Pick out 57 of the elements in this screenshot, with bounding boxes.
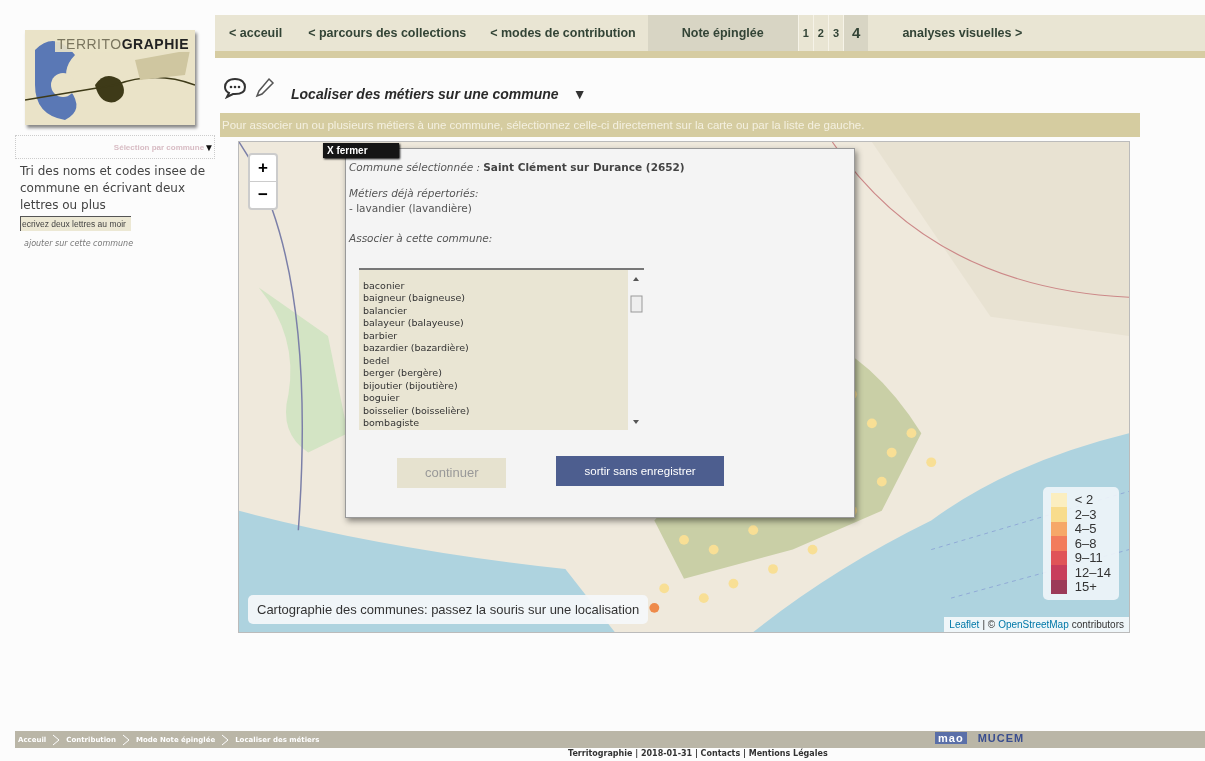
partner-logo[interactable]: mao xyxy=(935,732,967,744)
zoom-in-button[interactable]: + xyxy=(250,154,276,182)
nav-link[interactable]: < parcours des collections xyxy=(296,15,479,51)
exit-button[interactable]: sortir sans enregistrer xyxy=(556,455,724,486)
footer-text: Territographie | 2018-01-31 | Contacts | Mentions Légales xyxy=(568,749,828,759)
chevron-icon xyxy=(52,733,61,746)
page-link[interactable]: 4 xyxy=(843,15,869,51)
help-text: Tri des noms et codes insee de commune en écrivant deux lettres ou plus xyxy=(20,163,207,214)
nav-link[interactable]: Note épinglée xyxy=(647,15,798,51)
search-field[interactable]: ecrivez deux lettres au moir xyxy=(20,216,131,231)
attribution-text: | © xyxy=(982,619,996,630)
list-option[interactable]: boisselier (boisselière) xyxy=(363,404,628,418)
page-title: Localiser des métiers sur une commune xyxy=(291,86,559,103)
commune-selector[interactable]: Sélection par commune▼ xyxy=(15,135,215,159)
nav-link[interactable]: < acceuil xyxy=(215,15,297,51)
caret-icon[interactable]: ▼ xyxy=(572,86,587,103)
list-option[interactable]: balancier xyxy=(363,304,628,318)
legend-label: 12–14 xyxy=(1074,564,1111,580)
nav-link[interactable]: analyses visuelles > xyxy=(868,15,1057,51)
comment-icon[interactable] xyxy=(223,77,247,100)
legend-label: 9–11 xyxy=(1074,550,1103,566)
logo-title: TERRITOGRAPHIE xyxy=(55,36,191,52)
map-caption: Cartographie des communes: passez la souris sur une localisation xyxy=(248,595,649,624)
list-option[interactable]: bijoutier (bijoutière) xyxy=(363,379,628,393)
legend-label: < 2 xyxy=(1074,492,1094,508)
page-link[interactable]: 1 xyxy=(797,15,813,51)
partner-logo[interactable]: MUCEM xyxy=(974,732,1028,744)
legend-label: 15+ xyxy=(1074,579,1097,595)
chevron-icon xyxy=(221,733,230,746)
page-link[interactable]: 2 xyxy=(812,15,828,51)
nav-link[interactable]: < modes de contribution xyxy=(478,15,648,51)
add-link[interactable]: ajouter sur cette commune xyxy=(24,239,215,248)
zoom-out-button[interactable]: − xyxy=(250,181,276,208)
list-option[interactable]: baigneur (baigneuse) xyxy=(363,292,628,305)
list-option[interactable]: bombagiste xyxy=(363,417,628,430)
list-option[interactable]: boguier xyxy=(363,392,628,405)
list-option[interactable]: baconier xyxy=(363,279,628,293)
list-option[interactable]: berger (bergère) xyxy=(363,367,628,380)
attribution-text: contributors xyxy=(1071,619,1124,630)
legend-label: 2–3 xyxy=(1074,506,1097,522)
existing-label: Métiers déjà répertoriés: xyxy=(349,186,480,199)
pencil-icon[interactable] xyxy=(255,77,275,100)
osm-link[interactable]: OpenStreetMap xyxy=(998,619,1069,630)
instruction-banner: Pour associer un ou plusieurs métiers à une commune, sélectionnez celle-ci directement sur la carte ou par la liste de gauche. xyxy=(220,112,1140,137)
list-option[interactable]: barbier xyxy=(363,329,628,343)
list-option[interactable]: balayeur (balayeuse) xyxy=(363,317,628,330)
list-option[interactable]: bazardier (bazardière) xyxy=(363,342,628,355)
list-option[interactable]: bedel xyxy=(363,354,628,368)
close-button[interactable]: X fermer xyxy=(323,143,399,158)
leaflet-link[interactable]: Leaflet xyxy=(949,619,980,630)
job-listbox[interactable]: baconier baigneur (baigneuse) balancier balayeur (balayeuse) barbier bazardier (bazardière) bedel berger (bergère) bijoutier (bijoutière) boguier boisselier (boisselière) bombagiste xyxy=(359,267,644,430)
existing-item: - lavandier (lavandière) xyxy=(349,201,473,214)
legend-label: 6–8 xyxy=(1074,535,1097,551)
chevron-icon xyxy=(121,733,130,746)
commune-line: Commune sélectionnée : Saint Clément sur Durance (2652) xyxy=(349,160,686,173)
legend-label: 4–5 xyxy=(1074,521,1097,537)
associate-label: Associer à cette commune: xyxy=(349,231,494,244)
